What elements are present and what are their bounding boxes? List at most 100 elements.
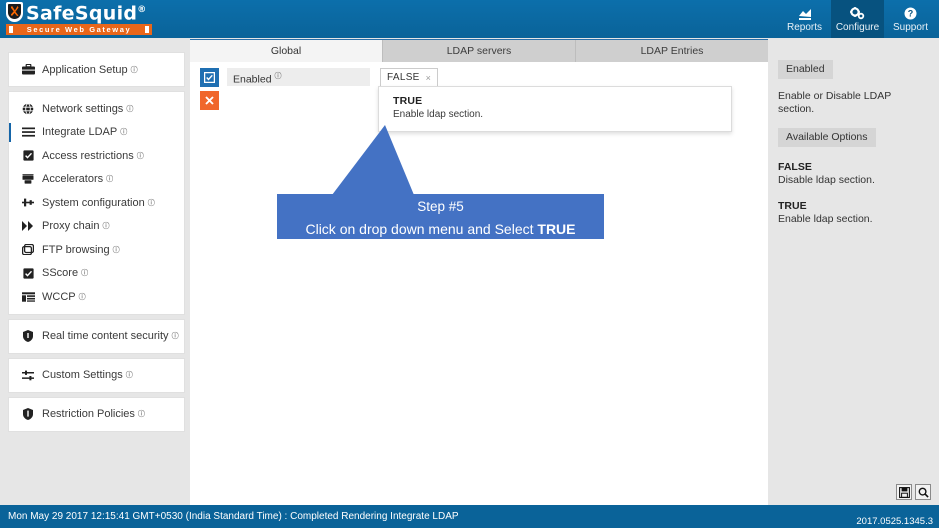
close-x-icon[interactable] bbox=[200, 91, 219, 110]
callout-line-2-bold: TRUE bbox=[537, 221, 576, 237]
search-icon[interactable] bbox=[915, 484, 931, 500]
status-bar: Mon May 29 2017 12:15:41 GMT+0530 (India… bbox=[0, 484, 939, 528]
value-dropdown-enabled[interactable]: FALSE × bbox=[380, 68, 438, 87]
sidebar-label-network-settings: Network settings bbox=[42, 102, 124, 115]
sidebar-group-custom: Custom Settings ⓘ bbox=[8, 357, 185, 393]
app-window: SafeSquid® Secure Web Gateway Reports Co… bbox=[0, 0, 939, 528]
nav-label-support: Support bbox=[892, 22, 929, 33]
sidebar-item-application-setup[interactable]: Application Setup ⓘ bbox=[9, 53, 184, 86]
help-icon[interactable]: ⓘ bbox=[79, 292, 86, 302]
suggestion-title: TRUE bbox=[393, 95, 423, 107]
sidebar-label-real-time-content-security: Real time content security bbox=[42, 330, 169, 342]
brand-logo-row: SafeSquid® bbox=[6, 0, 156, 25]
help-icon[interactable]: ⓘ bbox=[138, 409, 145, 419]
available-options-badge: Available Options bbox=[778, 128, 876, 147]
list-icon bbox=[21, 126, 35, 138]
sidebar-item-accelerators[interactable]: Accelerators ⓘ bbox=[9, 168, 184, 192]
sidebar-item-ftp-browsing[interactable]: FTP browsing ⓘ bbox=[9, 238, 184, 262]
help-icon: ? bbox=[904, 6, 917, 21]
field-label-enabled: Enabled ⓘ bbox=[227, 68, 370, 86]
remove-tag-icon[interactable]: × bbox=[426, 73, 431, 83]
tab-global[interactable]: Global bbox=[190, 40, 383, 62]
sidebar-item-wccp[interactable]: WCCP ⓘ bbox=[9, 285, 184, 309]
top-navigation: Reports Configure ? Support bbox=[778, 0, 937, 38]
sidebar: Application Setup ⓘ Network settings ⓘ I… bbox=[8, 52, 185, 436]
help-description: Enable or Disable LDAP section. bbox=[778, 90, 892, 115]
sidebar-group-main: Network settings ⓘ Integrate LDAP ⓘ Acce… bbox=[8, 91, 185, 315]
sidebar-label-restriction-policies: Restriction Policies bbox=[42, 408, 135, 420]
option-false-name: FALSE bbox=[778, 161, 812, 173]
sidebar-item-system-configuration[interactable]: System configuration ⓘ bbox=[9, 191, 184, 215]
brand-name: SafeSquid® bbox=[26, 0, 147, 25]
safesquid-shield-icon bbox=[6, 2, 23, 22]
version-label: 2017.0525.1345.3 bbox=[856, 516, 933, 527]
status-bar-buttons bbox=[896, 484, 931, 500]
help-title-badge: Enabled bbox=[778, 60, 833, 79]
nav-label-configure: Configure bbox=[835, 22, 880, 33]
sidebar-label-proxy-chain: Proxy chain bbox=[42, 220, 100, 233]
row-action-icons bbox=[200, 68, 219, 114]
save-icon[interactable] bbox=[896, 484, 912, 500]
top-header-bar: SafeSquid® Secure Web Gateway Reports Co… bbox=[0, 0, 939, 38]
sidebar-label-wccp: WCCP bbox=[42, 290, 76, 303]
sidebar-group-security: Real time content security ⓘ bbox=[8, 318, 185, 354]
sidebar-item-sscore[interactable]: SScore ⓘ bbox=[9, 262, 184, 286]
briefcase-icon bbox=[21, 64, 35, 76]
callout-line-2-prefix: Click on drop down menu and Select bbox=[305, 221, 538, 237]
sliders-icon bbox=[21, 369, 35, 381]
help-icon[interactable]: ⓘ bbox=[131, 65, 138, 75]
badge-shield-icon bbox=[21, 408, 35, 420]
field-label-text: Enabled bbox=[233, 73, 272, 86]
checkbox-checked-icon[interactable] bbox=[200, 68, 219, 87]
forward-icon bbox=[21, 220, 35, 232]
registered-mark: ® bbox=[137, 5, 147, 16]
dropdown-suggestion-item-true[interactable]: TRUE Enable ldap section. bbox=[378, 86, 732, 132]
sliders-icon bbox=[21, 197, 35, 209]
brand-name-text: SafeSquid bbox=[26, 2, 138, 25]
sidebar-item-real-time-content-security[interactable]: Real time content security ⓘ bbox=[9, 320, 184, 353]
sidebar-item-custom-settings[interactable]: Custom Settings ⓘ bbox=[9, 359, 184, 392]
nav-item-configure[interactable]: Configure bbox=[831, 0, 884, 38]
sidebar-item-network-settings[interactable]: Network settings ⓘ bbox=[9, 97, 184, 121]
sidebar-label-integrate-ldap: Integrate LDAP bbox=[42, 126, 118, 139]
sidebar-group-application: Application Setup ⓘ bbox=[8, 52, 185, 87]
callout-line-1: Step #5 bbox=[417, 199, 464, 214]
table-icon bbox=[21, 291, 35, 303]
option-true: TRUE Enable ldap section. bbox=[778, 200, 929, 225]
checkbox-icon bbox=[21, 267, 35, 279]
callout-step-5: Step #5 Click on drop down menu and Sele… bbox=[277, 194, 604, 239]
help-icon[interactable]: ⓘ bbox=[275, 73, 282, 80]
sidebar-item-proxy-chain[interactable]: Proxy chain ⓘ bbox=[9, 215, 184, 239]
gears-icon bbox=[850, 6, 865, 21]
suggestion-description: Enable ldap section. bbox=[393, 109, 484, 120]
brand-logo[interactable]: SafeSquid® Secure Web Gateway bbox=[6, 1, 156, 37]
help-icon[interactable]: ⓘ bbox=[172, 331, 179, 341]
sidebar-item-integrate-ldap[interactable]: Integrate LDAP ⓘ bbox=[9, 121, 184, 145]
sidebar-label-access-restrictions: Access restrictions bbox=[42, 149, 134, 162]
svg-text:?: ? bbox=[908, 9, 914, 19]
option-false: FALSE Disable ldap section. bbox=[778, 161, 929, 186]
sidebar-label-sscore: SScore bbox=[42, 267, 79, 280]
tab-ldap-entries[interactable]: LDAP Entries bbox=[576, 40, 768, 62]
tab-ldap-servers[interactable]: LDAP servers bbox=[383, 40, 576, 62]
help-icon[interactable]: ⓘ bbox=[148, 198, 155, 208]
help-side-panel: Enabled Enable or Disable LDAP section. … bbox=[769, 39, 939, 505]
help-icon[interactable]: ⓘ bbox=[81, 268, 88, 278]
help-icon[interactable]: ⓘ bbox=[126, 370, 133, 380]
nav-item-support[interactable]: ? Support bbox=[884, 0, 937, 38]
help-icon[interactable]: ⓘ bbox=[137, 151, 144, 161]
help-icon[interactable]: ⓘ bbox=[126, 104, 133, 114]
sidebar-item-restriction-policies[interactable]: Restriction Policies ⓘ bbox=[9, 398, 184, 431]
help-icon[interactable]: ⓘ bbox=[113, 245, 120, 255]
status-message: Mon May 29 2017 12:15:41 GMT+0530 (India… bbox=[8, 511, 459, 522]
sidebar-item-access-restrictions[interactable]: Access restrictions ⓘ bbox=[9, 144, 184, 168]
chart-icon bbox=[798, 6, 812, 21]
nav-item-reports[interactable]: Reports bbox=[778, 0, 831, 38]
files-icon bbox=[21, 244, 35, 256]
help-icon[interactable]: ⓘ bbox=[106, 174, 113, 184]
option-false-description: Disable ldap section. bbox=[778, 174, 875, 186]
shield-icon bbox=[21, 330, 35, 342]
help-icon[interactable]: ⓘ bbox=[102, 221, 109, 231]
help-icon[interactable]: ⓘ bbox=[120, 127, 127, 137]
option-true-name: TRUE bbox=[778, 200, 807, 212]
